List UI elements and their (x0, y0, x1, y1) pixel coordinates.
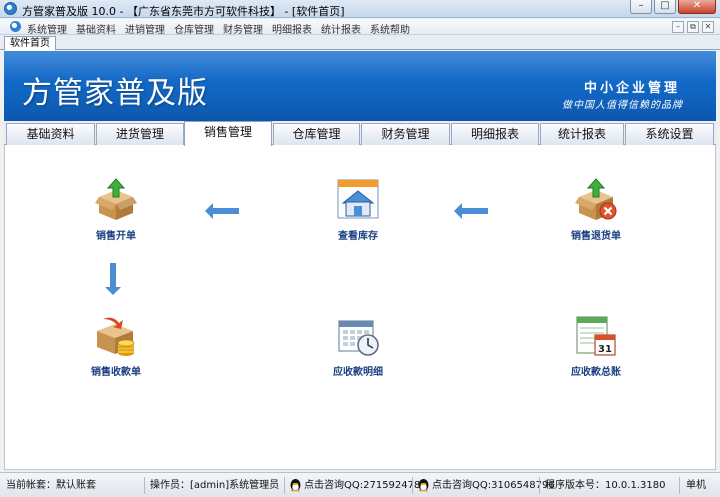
menu-system[interactable]: 系统管理 (27, 21, 67, 36)
menu-purchase-sales[interactable]: 进销管理 (125, 21, 165, 36)
tab-purchase[interactable]: 进货管理 (96, 123, 184, 145)
menu-basic-data[interactable]: 基础资料 (76, 21, 116, 36)
sales-receipt-label[interactable]: 销售收款单 (71, 363, 161, 378)
banner-tagline: 做中国人值得信赖的品牌 (562, 100, 683, 111)
menu-bar: 系统管理 基础资料 进销管理 仓库管理 财务管理 明细报表 统计报表 系统帮助 … (0, 19, 720, 36)
product-title: 方管家普及版 (22, 76, 208, 111)
view-stock-node[interactable]: 查看库存 (313, 177, 403, 242)
status-separator (284, 477, 285, 494)
ledger-calendar-icon[interactable]: 31 (573, 313, 619, 359)
sales-order-label[interactable]: 销售开单 (71, 227, 161, 242)
tab-basic-data[interactable]: 基础资料 (6, 123, 95, 145)
receivable-summary-label[interactable]: 应收款总账 (551, 363, 641, 378)
calendar-day-text: 31 (598, 344, 612, 355)
menu-statistics-reports[interactable]: 统计报表 (321, 21, 361, 36)
maximize-button[interactable]: □ (654, 0, 676, 14)
sales-receipt-icon[interactable] (93, 313, 139, 359)
sales-workflow-panel: 销售开单 查看库存 销售退货单 销售收款单 应收款明细 31 应收款总账 (4, 145, 716, 470)
qq-consult-link-1[interactable]: 点击咨询QQ:2715924780 (289, 477, 427, 494)
mdi-restore-button[interactable]: ⧉ (687, 21, 699, 33)
window-title: 方管家普及版 10.0 - 【广东省东莞市方可软件科技】 - [软件首页] (22, 5, 345, 18)
tab-detail-reports[interactable]: 明细报表 (451, 123, 539, 145)
receivable-summary-node[interactable]: 31 应收款总账 (551, 313, 641, 378)
tab-warehouse[interactable]: 仓库管理 (273, 123, 360, 145)
menu-detail-reports[interactable]: 明细报表 (272, 21, 312, 36)
flow-arrow-left-2 (454, 203, 488, 219)
qq-consult-link-2[interactable]: 点击咨询QQ:3106548796 (417, 477, 555, 494)
flow-arrow-left-1 (205, 203, 239, 219)
qq-penguin-icon (290, 478, 301, 492)
sales-return-node[interactable]: 销售退货单 (551, 177, 641, 242)
qq-penguin-icon (418, 478, 429, 492)
warehouse-icon[interactable] (335, 177, 381, 223)
menu-warehouse[interactable]: 仓库管理 (174, 21, 214, 36)
status-separator (144, 477, 145, 494)
mdi-minimize-button[interactable]: – (672, 21, 684, 33)
mdi-close-button[interactable]: ✕ (702, 21, 714, 33)
sales-return-label[interactable]: 销售退货单 (551, 227, 641, 242)
title-bar: 方管家普及版 10.0 - 【广东省东莞市方可软件科技】 - [软件首页] – … (0, 0, 720, 18)
calendar-clock-icon[interactable] (335, 313, 381, 359)
tab-settings[interactable]: 系统设置 (625, 123, 714, 145)
sales-order-node[interactable]: 销售开单 (71, 177, 161, 242)
status-operator: 操作员：[admin]系统管理员 (150, 480, 280, 491)
menu-help[interactable]: 系统帮助 (370, 21, 410, 36)
tab-sales[interactable]: 销售管理 (184, 121, 272, 146)
mdi-app-icon[interactable] (10, 21, 21, 32)
tab-home[interactable]: 软件首页 (4, 36, 56, 51)
menu-finance[interactable]: 财务管理 (223, 21, 263, 36)
sales-order-icon[interactable] (93, 177, 139, 223)
banner-slogan: 中小企业管理 (583, 81, 680, 96)
sales-return-icon[interactable] (573, 177, 619, 223)
minimize-button[interactable]: – (630, 0, 652, 14)
view-stock-label[interactable]: 查看库存 (313, 227, 403, 242)
sales-receipt-node[interactable]: 销售收款单 (71, 313, 161, 378)
module-tabs: 基础资料 进货管理 销售管理 仓库管理 财务管理 明细报表 统计报表 系统设置 (4, 121, 716, 146)
close-button[interactable]: ✕ (678, 0, 716, 14)
window-controls: – □ ✕ (628, 0, 716, 16)
tab-statistics-reports[interactable]: 统计报表 (540, 123, 624, 145)
status-version: 程序版本号：10.0.1.3180 (545, 480, 666, 491)
receivable-detail-label[interactable]: 应收款明细 (313, 363, 403, 378)
status-account: 当前帐套：默认账套 (6, 480, 96, 491)
status-separator (412, 477, 413, 494)
document-tab-bar: 软件首页 (0, 35, 720, 51)
status-mode: 单机 (686, 480, 706, 491)
receivable-detail-node[interactable]: 应收款明细 (313, 313, 403, 378)
status-separator (539, 477, 540, 494)
app-icon[interactable] (4, 2, 17, 15)
header-banner: 方管家普及版 中小企业管理 做中国人值得信赖的品牌 (4, 51, 716, 123)
qq-consult-text-1[interactable]: 点击咨询QQ:2715924780 (304, 480, 427, 491)
tab-finance[interactable]: 财务管理 (361, 123, 450, 145)
status-bar: 当前帐套：默认账套 操作员：[admin]系统管理员 点击咨询QQ:271592… (0, 472, 720, 497)
qq-consult-text-2[interactable]: 点击咨询QQ:3106548796 (432, 480, 555, 491)
flow-arrow-down (105, 263, 121, 295)
status-separator (679, 477, 680, 494)
